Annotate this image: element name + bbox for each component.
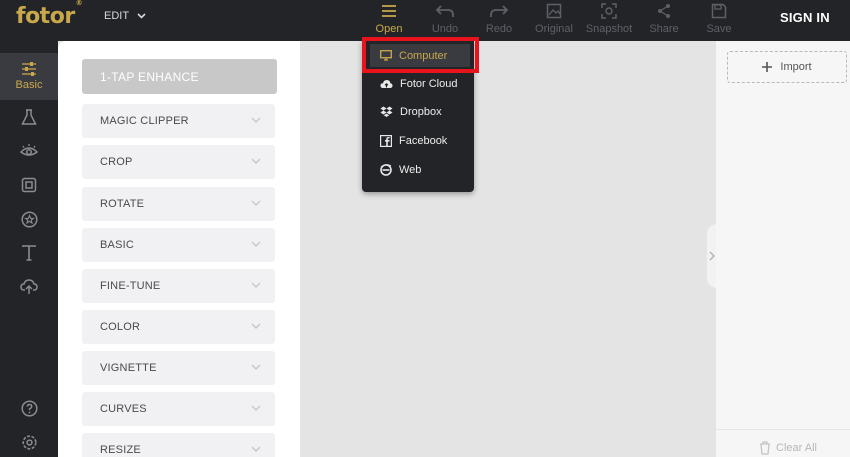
adjust-item-label: RESIZE — [100, 444, 141, 456]
text-icon — [22, 245, 36, 261]
adjust-item-fine-tune[interactable]: FINE-TUNE — [82, 269, 275, 303]
tab-stickers[interactable] — [0, 202, 58, 236]
menu-item-web[interactable]: Web — [362, 156, 474, 184]
menu-item-label: Dropbox — [400, 106, 442, 118]
edit-mode-menu[interactable]: EDIT — [104, 10, 146, 22]
fotor-logo[interactable]: fotor® — [16, 0, 83, 29]
eye-icon — [20, 144, 38, 156]
clear-all-label: Clear All — [776, 442, 817, 454]
cloud-icon — [380, 80, 393, 88]
tab-beauty[interactable] — [0, 134, 58, 168]
chevron-down-icon — [251, 282, 261, 288]
menu-item-dropbox[interactable]: Dropbox — [362, 98, 474, 126]
menu-item-fotor-cloud[interactable]: Fotor Cloud — [362, 70, 474, 98]
chevron-down-icon — [137, 13, 146, 19]
left-tool-bar: Basic — [0, 41, 58, 457]
tab-frames[interactable] — [0, 168, 58, 202]
adjust-item-crop[interactable]: CROP — [82, 145, 275, 179]
adjust-panel: 1-TAP ENHANCE MAGIC CLIPPER CROP ROTATE … — [58, 41, 300, 457]
undo-button[interactable]: Undo — [420, 3, 470, 35]
original-button[interactable]: Original — [529, 3, 579, 35]
adjust-item-resize[interactable]: RESIZE — [82, 433, 275, 457]
menu-icon — [382, 5, 396, 17]
settings-button[interactable] — [0, 430, 58, 454]
chevron-down-icon — [251, 241, 261, 247]
adjust-item-magic-clipper[interactable]: MAGIC CLIPPER — [82, 104, 275, 138]
menu-item-label: Facebook — [399, 135, 448, 147]
open-button[interactable]: Open — [364, 3, 414, 35]
snapshot-icon — [601, 3, 617, 19]
adjust-item-label: BASIC — [100, 239, 135, 251]
adjust-item-basic[interactable]: BASIC — [82, 228, 275, 262]
menu-item-facebook[interactable]: Facebook — [362, 127, 474, 155]
edit-mode-label: EDIT — [104, 10, 130, 22]
snapshot-button[interactable]: Snapshot — [584, 3, 634, 35]
adjust-item-label: MAGIC CLIPPER — [100, 115, 189, 127]
frame-icon — [21, 177, 37, 193]
web-icon — [380, 164, 392, 176]
open-label: Open — [375, 23, 403, 35]
adjust-item-rotate[interactable]: ROTATE — [82, 187, 275, 221]
adjust-item-curves[interactable]: CURVES — [82, 392, 275, 426]
dropbox-icon — [380, 106, 393, 117]
undo-icon — [435, 5, 454, 17]
adjust-item-label: ROTATE — [100, 198, 145, 210]
chevron-down-icon — [251, 405, 261, 411]
original-label: Original — [535, 23, 573, 35]
image-icon — [546, 3, 562, 19]
menu-item-label: Web — [399, 164, 422, 176]
cloud-upload-icon — [20, 279, 38, 294]
chevron-down-icon — [251, 158, 261, 164]
chevron-down-icon — [251, 323, 261, 329]
redo-label: Redo — [485, 23, 513, 35]
tab-effects[interactable] — [0, 100, 58, 134]
adjust-item-color[interactable]: COLOR — [82, 310, 275, 344]
tab-text[interactable] — [0, 236, 58, 270]
tab-basic-label: Basic — [15, 79, 43, 91]
tab-cloud-upload[interactable] — [0, 270, 58, 304]
highlight-box — [362, 37, 479, 73]
chevron-down-icon — [251, 364, 261, 370]
sliders-icon — [22, 62, 36, 76]
share-icon — [658, 4, 670, 18]
chevron-down-icon — [251, 200, 261, 206]
tab-basic[interactable]: Basic — [0, 53, 58, 100]
undo-label: Undo — [431, 23, 459, 35]
chevron-down-icon — [251, 117, 261, 123]
adjust-item-label: VIGNETTE — [100, 362, 157, 374]
menu-item-label: Fotor Cloud — [400, 78, 458, 90]
plus-icon — [762, 62, 773, 72]
help-button[interactable] — [0, 396, 58, 420]
sign-in-button[interactable]: SIGN IN — [780, 10, 830, 25]
star-badge-icon — [20, 210, 38, 228]
trash-icon — [760, 441, 770, 455]
adjust-item-label: CROP — [100, 156, 133, 168]
redo-button[interactable]: Redo — [474, 3, 524, 35]
gear-icon — [21, 434, 37, 450]
save-button[interactable]: Save — [694, 3, 744, 35]
divider — [716, 429, 850, 430]
adjust-item-vignette[interactable]: VIGNETTE — [82, 351, 275, 385]
adjust-item-label: CURVES — [100, 403, 147, 415]
save-icon — [711, 3, 727, 19]
redo-icon — [490, 5, 509, 17]
import-label: Import — [780, 61, 812, 73]
save-label: Save — [706, 23, 732, 35]
share-label: Share — [649, 23, 679, 35]
help-icon — [20, 399, 38, 417]
flask-icon — [21, 108, 37, 125]
clear-all-button[interactable]: Clear All — [759, 441, 817, 455]
adjust-item-label: FINE-TUNE — [100, 280, 161, 292]
import-button[interactable]: Import — [727, 51, 847, 83]
one-tap-enhance-button[interactable]: 1-TAP ENHANCE — [82, 59, 277, 94]
share-button[interactable]: Share — [639, 3, 689, 35]
chevron-down-icon — [251, 446, 261, 452]
facebook-icon — [380, 135, 392, 147]
top-bar: fotor® EDIT Open Undo Redo Original Snap… — [0, 0, 850, 41]
snapshot-label: Snapshot — [585, 23, 633, 35]
chevron-right-icon — [709, 251, 715, 261]
right-image-panel: Import Clear All — [716, 41, 850, 457]
adjust-item-label: COLOR — [100, 321, 141, 333]
